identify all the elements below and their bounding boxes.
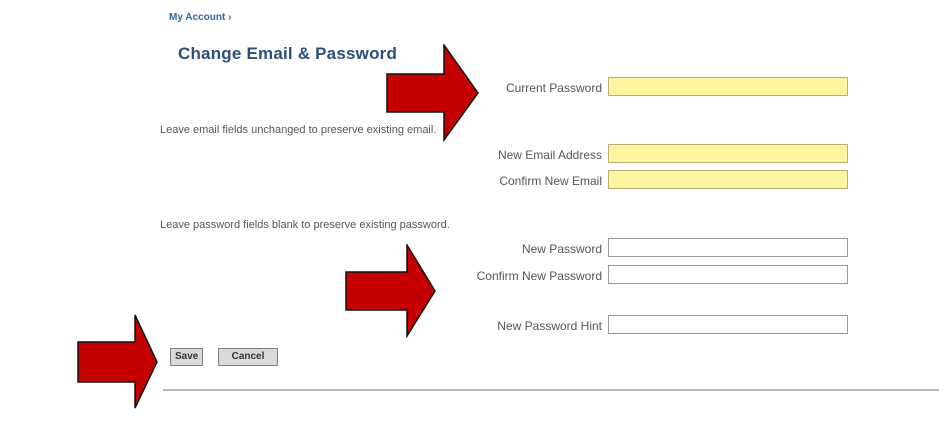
arrow-right-icon [77, 314, 158, 409]
arrow-right-icon [345, 244, 436, 338]
breadcrumb[interactable]: My Account › [169, 12, 231, 23]
save-button[interactable]: Save [170, 348, 204, 366]
confirm-email-label: Confirm New Email [499, 174, 602, 188]
cancel-button[interactable]: Cancel [218, 348, 278, 366]
new-password-label: New Password [521, 242, 602, 256]
new-password-field[interactable] [608, 238, 848, 257]
arrow-right-icon [386, 44, 479, 142]
divider [163, 389, 939, 391]
page-title: Change Email & Password [178, 44, 398, 63]
new-email-label: New Email Address [497, 148, 602, 162]
confirm-password-label: Confirm New Password [476, 269, 602, 283]
current-password-label: Current Password [505, 81, 602, 95]
new-email-field[interactable] [608, 144, 848, 163]
page: My Account › Change Email & Password Cur… [0, 0, 939, 421]
confirm-password-field[interactable] [608, 265, 848, 284]
current-password-field[interactable] [608, 77, 848, 96]
password-note: Leave password fields blank to preserve … [160, 219, 450, 231]
password-hint-field[interactable] [608, 315, 848, 334]
confirm-email-field[interactable] [608, 170, 848, 189]
